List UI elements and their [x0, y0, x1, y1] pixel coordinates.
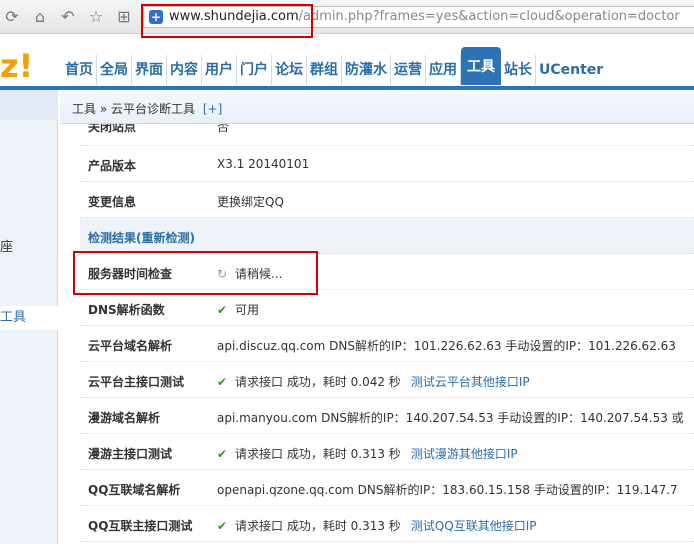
table-row-cut: 关闭站点 否 [80, 124, 694, 146]
sidebar-item-tools[interactable]: 工具 [0, 306, 58, 330]
nav-item-forum[interactable]: 论坛 [272, 55, 307, 85]
table-row-qq-api: QQ互联主接口测试 ✔ 请求接口 成功，耗时 0.313 秒测试QQ互联其他接口I… [80, 506, 694, 542]
nav-item-admin[interactable]: 站长 [501, 55, 536, 85]
row-value: X3.1 20140101 [217, 157, 310, 171]
row-value: ✔ 请求接口 成功，耗时 0.313 秒测试QQ互联其他接口IP [217, 517, 536, 534]
check-icon: ✔ [217, 303, 228, 317]
row-label: 变更信息 [88, 195, 137, 209]
test-cloud-ip-link[interactable]: 测试云平台其他接口IP [411, 375, 530, 389]
change-qq-link[interactable]: 更换绑定QQ [217, 193, 284, 210]
nav-item-ucenter[interactable]: UCenter [536, 55, 606, 85]
sidebar-header [0, 90, 58, 120]
diagnostic-table: 关闭站点 否 产品版本 X3.1 20140101 变更信息 更换绑定QQ 检测… [80, 124, 694, 542]
breadcrumb-current: 云平台诊断工具 [111, 102, 196, 116]
url-highlight-box [141, 4, 313, 38]
reload-icon[interactable]: ⟳ [2, 7, 22, 27]
row-value: ✔ 请求接口 成功，耗时 0.313 秒测试漫游其他接口IP [217, 445, 518, 462]
check-icon: ✔ [217, 375, 228, 389]
row-value: ✔ 可用 [217, 301, 259, 318]
status-text: 请求接口 成功，耗时 0.313 秒 [235, 519, 401, 533]
table-row-qq-dns: QQ互联域名解析 openapi.qzone.qq.com DNS解析的IP：1… [80, 470, 694, 506]
top-nav: 首页 全局 界面 内容 用户 门户 论坛 群组 防灌水 运营 应用 工具 站长 … [62, 47, 606, 87]
row-label: 漫游主接口测试 [88, 447, 173, 461]
row-label: 云平台主接口测试 [88, 375, 185, 389]
sidebar-item-partial[interactable]: 座 [0, 236, 13, 255]
sidebar: 座 工具 [0, 90, 58, 544]
nav-item-content[interactable]: 内容 [167, 55, 202, 85]
undo-icon[interactable]: ↶ [58, 7, 78, 27]
nav-item-operation[interactable]: 运营 [391, 55, 426, 85]
nav-item-home[interactable]: 首页 [62, 55, 97, 85]
url-path: /admin.php?frames=yes&action=cloud&opera… [298, 9, 680, 24]
time-check-highlight-box [73, 251, 318, 295]
table-row-manyou-api: 漫游主接口测试 ✔ 请求接口 成功，耗时 0.313 秒测试漫游其他接口IP [80, 434, 694, 470]
table-row-manyou-dns: 漫游域名解析 api.manyou.com DNS解析的IP：140.207.5… [80, 398, 694, 434]
recheck-link[interactable]: 检测结果(重新检测) [88, 229, 195, 246]
nav-item-style[interactable]: 界面 [132, 55, 167, 85]
star-icon[interactable]: ☆ [86, 7, 106, 27]
nav-item-portal[interactable]: 门户 [237, 55, 272, 85]
test-qq-ip-link[interactable]: 测试QQ互联其他接口IP [411, 519, 537, 533]
row-label: 云平台域名解析 [88, 339, 173, 353]
browser-toolbar: ⟳ ⌂ ↶ ☆ ⊞ + www.shundejia.com/admin.php?f… [0, 0, 694, 34]
row-label: 产品版本 [88, 159, 137, 173]
table-row-change: 变更信息 更换绑定QQ [80, 182, 694, 218]
row-value: api.manyou.com DNS解析的IP：140.207.54.53 手动… [217, 411, 684, 425]
section-check-results: 检测结果(重新检测) [80, 218, 694, 254]
nav-item-tools[interactable]: 工具 [461, 47, 501, 85]
row-label: QQ互联主接口测试 [88, 519, 193, 533]
discuz-logo: z! [0, 47, 34, 85]
grid-icon[interactable]: ⊞ [114, 7, 134, 27]
table-row-version: 产品版本 X3.1 20140101 [80, 146, 694, 182]
add-shortcut-button[interactable]: [+] [203, 102, 222, 116]
status-text: 可用 [235, 303, 260, 317]
nav-item-app[interactable]: 应用 [426, 55, 461, 85]
row-label: 漫游域名解析 [88, 411, 161, 425]
breadcrumb-separator: » [99, 102, 108, 116]
row-value: 否 [217, 124, 230, 134]
row-label: QQ互联域名解析 [88, 483, 181, 497]
table-row-cloud-api: 云平台主接口测试 ✔ 请求接口 成功，耗时 0.042 秒测试云平台其他接口IP [80, 362, 694, 398]
nav-item-user[interactable]: 用户 [202, 55, 237, 85]
status-text: 请求接口 成功，耗时 0.313 秒 [235, 447, 401, 461]
table-row-dns: DNS解析函数 ✔ 可用 [80, 290, 694, 326]
row-value: ✔ 请求接口 成功，耗时 0.042 秒测试云平台其他接口IP [217, 373, 530, 390]
breadcrumb-bar: 工具 » 云平台诊断工具 [+] [60, 90, 694, 124]
home-icon[interactable]: ⌂ [30, 7, 50, 27]
check-icon: ✔ [217, 447, 228, 461]
nav-item-antispam[interactable]: 防灌水 [342, 55, 391, 85]
row-label: 关闭站点 [88, 124, 137, 134]
status-text: 请求接口 成功，耗时 0.042 秒 [235, 375, 401, 389]
nav-item-group[interactable]: 群组 [307, 55, 342, 85]
row-value: api.discuz.qq.com DNS解析的IP：101.226.62.63… [217, 339, 676, 353]
breadcrumb-root[interactable]: 工具 [72, 102, 96, 116]
check-icon: ✔ [217, 519, 228, 533]
breadcrumb: 工具 » 云平台诊断工具 [+] [72, 100, 222, 117]
admin-header: z! nel 首页 全局 界面 内容 用户 门户 论坛 群组 防灌水 运营 应用… [0, 34, 694, 101]
row-label: DNS解析函数 [88, 303, 165, 317]
row-value: openapi.qzone.qq.com DNS解析的IP：183.60.15.… [217, 483, 678, 497]
table-row-cloud-dns: 云平台域名解析 api.discuz.qq.com DNS解析的IP：101.2… [80, 326, 694, 362]
test-manyou-ip-link[interactable]: 测试漫游其他接口IP [411, 447, 518, 461]
nav-item-global[interactable]: 全局 [97, 55, 132, 85]
